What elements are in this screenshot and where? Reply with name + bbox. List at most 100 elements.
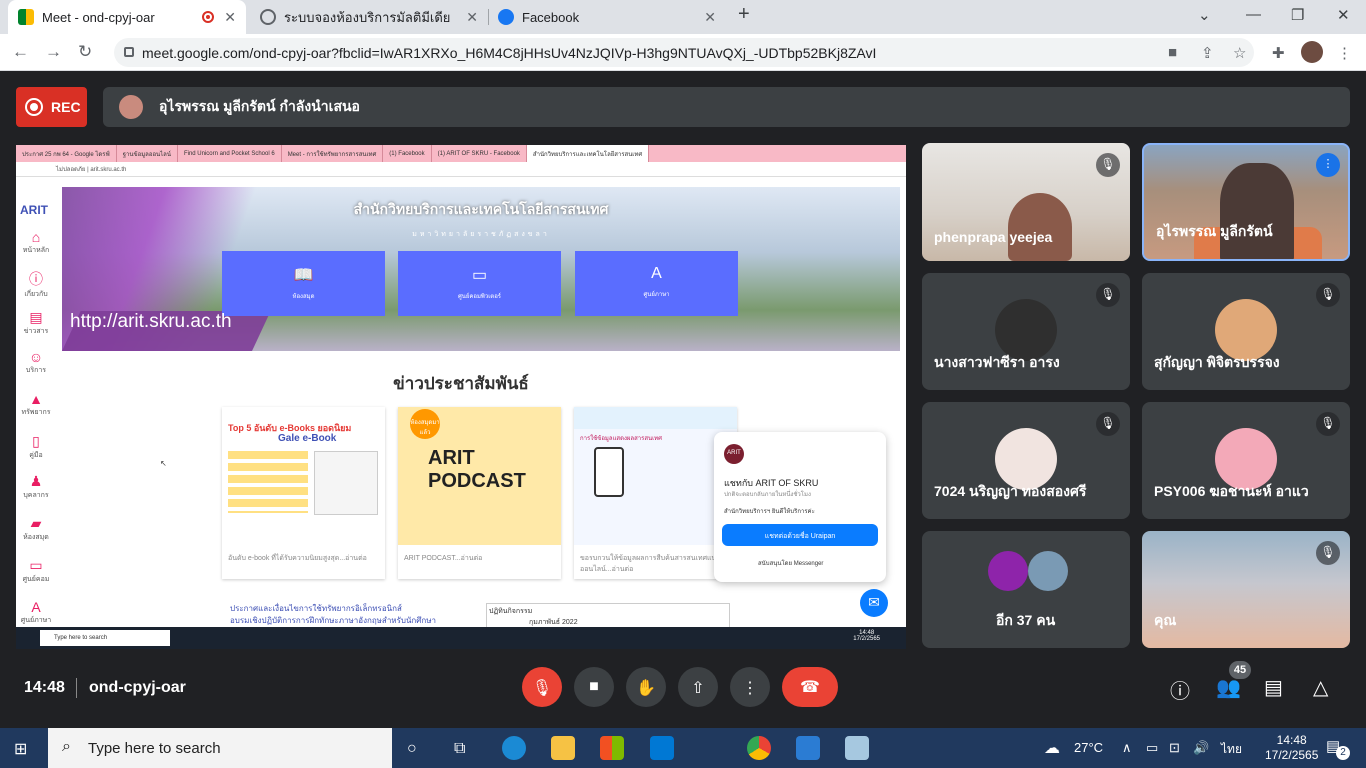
sidebar-item-staff: ♟ บุคลากร [16, 473, 56, 501]
store-icon[interactable] [600, 736, 624, 760]
sidebar-item-label: บุคลากร [23, 492, 49, 499]
chat-footer: สนับสนุนโดย Messenger [758, 561, 824, 567]
close-icon[interactable]: ✕ [704, 9, 716, 26]
meet-window: REC อุไรพรรณ มูลีกรัตน์ กำลังนำเสนอ ประก… [0, 71, 1366, 728]
mouse-cursor-icon: ↖ [160, 459, 167, 468]
participant-name: สุกัญญา พิจิตรบรรจง [1154, 354, 1280, 370]
participant-tile-speaking[interactable]: ⋮ อุไรพรรณ มูลีกรัตน์ [1142, 143, 1350, 261]
edge-icon[interactable] [502, 736, 526, 760]
sidebar-item-language: A ศูนย์ภาษา [16, 599, 56, 626]
windows-start-icon[interactable]: ⊞ [14, 739, 27, 759]
messenger-icon: ✉ [860, 589, 888, 617]
recording-button[interactable]: REC [16, 87, 87, 127]
new-tab-button[interactable]: + [738, 3, 750, 26]
arit-logo: ARIT [724, 444, 744, 464]
camera-icon[interactable]: ■ [1168, 44, 1177, 61]
participant-tile[interactable]: 🎙 phenprapa yeejea [922, 143, 1130, 261]
microphone-toggle-button[interactable]: 🎙 [522, 667, 562, 707]
phone-icon [594, 447, 624, 497]
photos-icon[interactable] [796, 736, 820, 760]
share-icon[interactable]: ⇪ [1201, 44, 1214, 62]
extensions-icon[interactable]: ✚ [1272, 44, 1285, 62]
close-icon[interactable]: ✕ [224, 9, 236, 26]
tray-expand-icon[interactable]: ∧ [1122, 740, 1132, 756]
meeting-details-icon[interactable]: ⓘ [1170, 675, 1190, 704]
volume-icon[interactable]: 🔊 [1193, 740, 1209, 756]
shared-clock: 14:48 17/2/2565 [853, 630, 880, 642]
tab-meet-title: Meet - ond-cpyj-oar [42, 9, 155, 25]
mail-icon[interactable] [650, 736, 674, 760]
chat-icon[interactable]: ▤ [1264, 675, 1283, 700]
hang-up-icon: ☎ [800, 679, 820, 696]
tab-meet[interactable]: Meet - ond-cpyj-oar ✕ [8, 0, 246, 34]
monitor-icon: ▭ [29, 557, 43, 573]
shared-tab: Find Unicorn and Pocket School 6 [178, 145, 282, 162]
task-view-icon[interactable]: ⧉ [454, 740, 465, 758]
mic-off-icon: 🎙 [1096, 412, 1120, 436]
taskbar-clock[interactable]: 14:48 17/2/2565 [1265, 733, 1318, 763]
close-icon[interactable]: ✕ [466, 9, 478, 26]
news-card-caption: ขอรบกวนให้ข้อมูลผลการสืบค้นสารสนเทศแบบออ… [580, 555, 721, 573]
shared-taskbar: Type here to search 14:48 17/2/2565 [16, 627, 906, 649]
url-input[interactable]: meet.google.com/ond-cpyj-oar?fbclid=IwAR… [114, 38, 1254, 67]
book-icon: ▰ [30, 515, 42, 531]
sidebar-item-label: หน้าหลัก [22, 247, 50, 254]
chrome-icon[interactable] [747, 736, 771, 760]
taskbar-search-input[interactable]: ⌕ Type here to search [48, 728, 392, 768]
restore-button[interactable]: ❐ [1291, 6, 1304, 24]
shared-browser-tabs: ประกาศ 25 กพ 64 - Google ไดรฟ์ ฐานข้อมูล… [16, 145, 906, 162]
meeting-time: 14:48 [24, 679, 65, 696]
tab-facebook[interactable]: Facebook ✕ [488, 0, 726, 34]
clock-date: 17/2/2565 [1265, 748, 1319, 762]
participant-tile[interactable]: 🎙 นางสาวฟาซีรา อารง [922, 273, 1130, 390]
minimize-button[interactable]: — [1246, 6, 1261, 23]
raise-hand-button[interactable]: ✋ [626, 667, 666, 707]
activities-icon[interactable]: △ [1313, 675, 1328, 700]
search-icon: ⌕ [62, 738, 71, 755]
hero-banner: สำนักวิทยบริการและเทคโนโลยีสารสนเทศ มหาว… [62, 187, 900, 351]
home-icon: ⌂ [31, 229, 41, 245]
card-subtitle: Gale e-Book [278, 433, 337, 444]
more-options-button[interactable]: ⋮ [730, 667, 770, 707]
participant-tile[interactable]: 🎙 สุกัญญา พิจิตรบรรจง [1142, 273, 1350, 390]
participant-name: นางสาวฟาซีรา อารง [934, 354, 1060, 370]
leave-call-button[interactable]: ☎ [782, 667, 838, 707]
file-explorer-icon[interactable] [551, 736, 575, 760]
card-title: ARIT PODCAST [428, 447, 526, 492]
tab-room-booking[interactable]: ระบบจองห้องบริการมัลติมีเดีย ✕ [250, 0, 488, 34]
camera-toggle-button[interactable]: ■ [574, 667, 614, 707]
bookmark-star-icon[interactable]: ☆ [1233, 44, 1246, 62]
card-badge: ห้องสมุดมาแล้ว [410, 409, 440, 439]
card-list-graphic [228, 451, 308, 513]
banner-url: http://arit.skru.ac.th [70, 311, 232, 332]
close-window-button[interactable]: ✕ [1337, 6, 1350, 24]
forward-icon[interactable]: → [45, 42, 62, 62]
participant-name: อุไรพรรณ มูลีกรัตน์ [1156, 223, 1273, 239]
present-icon: ⇧ [691, 680, 705, 697]
translate-icon: A [31, 599, 41, 615]
participant-tile[interactable]: 🎙 7024 นริญญา ทองสองศรี [922, 402, 1130, 519]
device-icon[interactable]: ▭ [1146, 740, 1158, 756]
network-icon[interactable]: ⊡ [1169, 740, 1180, 756]
windows-taskbar: ⊞ ⌕ Type here to search ○ ⧉ ☁ 27°C ∧ ▭ ⊡… [0, 728, 1366, 768]
profile-avatar[interactable] [1301, 41, 1323, 63]
participant-tile[interactable]: 🎙 PSY006 ฆอชานะห์ อาแว [1142, 402, 1350, 519]
input-language[interactable]: ไทย [1221, 740, 1242, 759]
back-icon[interactable]: ← [12, 42, 29, 62]
language-center-button: A ศูนย์ภาษา [575, 251, 738, 316]
tab-search-icon[interactable]: ⌄ [1198, 6, 1211, 24]
mic-off-icon: 🎙 [1096, 283, 1120, 307]
monitor-icon: ▭ [471, 267, 488, 284]
temperature: 27°C [1074, 740, 1104, 755]
self-tile[interactable]: 🎙 คุณ [1142, 531, 1350, 648]
meeting-controls: 14:48 ond-cpyj-oar 🎙 ■ ✋ ⇧ ⋮ ☎ ⓘ 👥 45 ▤ … [0, 647, 1366, 728]
participant-name: 7024 นริญญา ทองสองศรี [934, 483, 1087, 499]
notepad-icon[interactable] [845, 736, 869, 760]
reload-icon[interactable]: ↻ [78, 42, 92, 62]
cortana-icon[interactable]: ○ [407, 740, 417, 758]
present-screen-button[interactable]: ⇧ [678, 667, 718, 707]
news-icon: ▤ [29, 309, 43, 325]
more-participants-tile[interactable]: อีก 37 คน [922, 531, 1130, 648]
weather-icon[interactable]: ☁ [1044, 738, 1060, 758]
menu-icon[interactable]: ⋮ [1337, 44, 1352, 62]
